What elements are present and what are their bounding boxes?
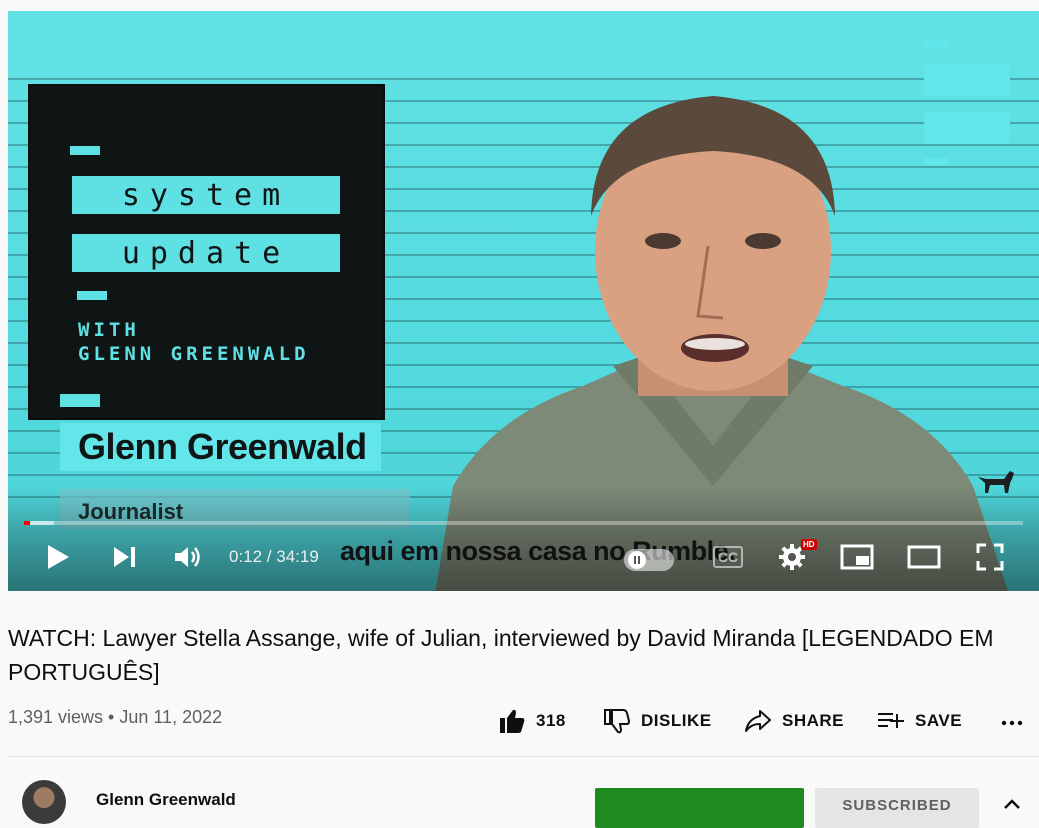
- volume-button[interactable]: [170, 539, 206, 575]
- progress-played: [24, 521, 30, 525]
- channel-name[interactable]: Glenn Greenwald: [96, 790, 236, 810]
- subscribe-button[interactable]: SUBSCRIBED: [815, 788, 979, 828]
- fullscreen-button[interactable]: [972, 539, 1008, 575]
- add-to-playlist-icon: [878, 713, 904, 728]
- chevron-up-icon[interactable]: [1000, 796, 1024, 810]
- divider: [8, 756, 1039, 757]
- play-icon: [48, 545, 69, 569]
- like-button[interactable]: 318: [498, 704, 566, 738]
- play-button[interactable]: [40, 539, 76, 575]
- progress-bar[interactable]: [24, 521, 1023, 525]
- logo-word-update: update: [72, 234, 340, 272]
- miniplayer-icon: [840, 544, 874, 570]
- save-label: SAVE: [915, 711, 963, 730]
- thumbs-down-icon: [604, 709, 631, 734]
- video-meta: 1,391 views • Jun 11, 2022: [8, 707, 223, 727]
- time-display: 0:12 / 34:19: [229, 547, 319, 566]
- logo-bar: [70, 146, 100, 155]
- logo-bar: [77, 291, 107, 300]
- save-button[interactable]: SAVE: [877, 704, 962, 738]
- miniplayer-button[interactable]: [839, 539, 875, 575]
- avatar[interactable]: [22, 780, 66, 824]
- logo-word-system: system: [72, 176, 340, 214]
- more-icon: [1001, 720, 1023, 726]
- share-button[interactable]: SHARE: [744, 704, 844, 738]
- cc-icon: CC: [712, 546, 744, 568]
- more-actions-button[interactable]: [1000, 704, 1034, 738]
- show-logo: system update WITH GLENN GREENWALD: [30, 86, 383, 418]
- theater-mode-button[interactable]: [905, 539, 943, 575]
- autoplay-toggle[interactable]: [624, 549, 674, 571]
- dislike-button[interactable]: DISLIKE: [603, 704, 712, 738]
- logo-subtitle: WITH GLENN GREENWALD: [78, 319, 310, 365]
- dislike-label: DISLIKE: [641, 711, 712, 730]
- like-count: 318: [536, 711, 566, 730]
- share-icon: [745, 710, 771, 732]
- next-icon: [114, 547, 135, 567]
- theater-mode-icon: [907, 545, 941, 569]
- logo-bar: [60, 394, 100, 407]
- subtitle-caption: aqui em nossa casa no Rumble.: [340, 536, 736, 566]
- next-button[interactable]: [106, 539, 142, 575]
- thumbs-up-icon: [500, 709, 525, 733]
- video-title: WATCH: Lawyer Stella Assange, wife of Ju…: [8, 625, 994, 685]
- fullscreen-icon: [976, 543, 1004, 571]
- video-player[interactable]: system update WITH GLENN GREENWALD Glenn…: [8, 11, 1039, 591]
- join-button[interactable]: [595, 788, 804, 828]
- share-label: SHARE: [782, 711, 845, 730]
- subtitles-button[interactable]: CC: [708, 539, 748, 575]
- hd-badge: HD: [801, 539, 817, 550]
- volume-icon: [175, 547, 200, 567]
- decor-bar: [924, 41, 948, 48]
- autoplay-toggle-icon: [628, 551, 646, 569]
- lower-third-name: Glenn Greenwald: [60, 423, 381, 471]
